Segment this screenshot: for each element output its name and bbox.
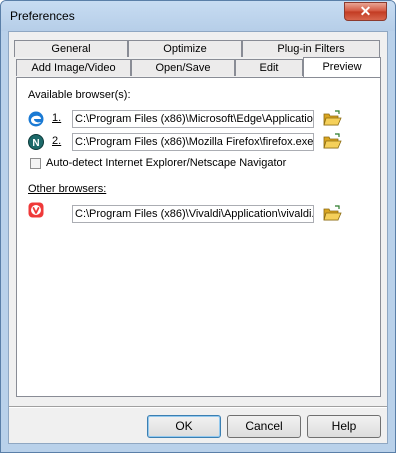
svg-text:N: N — [32, 138, 39, 149]
tab-edit[interactable]: Edit — [235, 59, 303, 76]
window-title: Preferences — [10, 9, 75, 23]
browser-2-index: 2. — [52, 135, 62, 147]
folder-open-icon — [323, 110, 342, 126]
other-browser-path-field[interactable]: C:\Program Files (x86)\Vivaldi\Applicati… — [72, 205, 314, 223]
autodetect-checkbox[interactable] — [30, 158, 41, 169]
browser-1-index: 1. — [52, 112, 62, 124]
title-bar[interactable]: Preferences ✕ — [1, 1, 395, 31]
separator — [9, 406, 387, 408]
help-button[interactable]: Help — [307, 415, 381, 438]
ok-button[interactable]: OK — [147, 415, 221, 438]
tab-general[interactable]: General — [14, 40, 128, 57]
tab-preview[interactable]: Preview — [303, 57, 381, 77]
folder-open-icon — [323, 205, 342, 221]
close-icon: ✕ — [359, 3, 372, 19]
tab-plugin-filters[interactable]: Plug-in Filters — [242, 40, 380, 57]
vivaldi-icon — [28, 202, 44, 218]
browse-2-button[interactable] — [322, 133, 342, 151]
edge-icon — [28, 111, 44, 127]
folder-open-icon — [323, 133, 342, 149]
dialog-client: General Optimize Plug-in Filters Add Ima… — [8, 31, 388, 444]
browser-1-path-field[interactable]: C:\Program Files (x86)\Microsoft\Edge\Ap… — [72, 110, 314, 128]
tab-add-image-video[interactable]: Add Image/Video — [16, 59, 131, 76]
autodetect-label[interactable]: Auto-detect Internet Explorer/Netscape N… — [46, 157, 286, 169]
preview-panel: Available browser(s): 1. C:\Program File… — [16, 77, 381, 397]
tab-open-save[interactable]: Open/Save — [131, 59, 235, 76]
browse-1-button[interactable] — [322, 110, 342, 128]
browse-other-button[interactable] — [322, 205, 342, 223]
close-button[interactable]: ✕ — [344, 2, 387, 21]
tab-optimize[interactable]: Optimize — [128, 40, 242, 57]
browser-2-path-field[interactable]: C:\Program Files (x86)\Mozilla Firefox\f… — [72, 133, 314, 151]
cancel-button[interactable]: Cancel — [227, 415, 301, 438]
netscape-icon: N — [28, 134, 44, 150]
other-browsers-label: Other browsers: — [28, 183, 107, 195]
available-browsers-label: Available browser(s): — [28, 89, 131, 101]
preferences-window: Preferences ✕ General Optimize Plug-in F… — [0, 0, 396, 453]
